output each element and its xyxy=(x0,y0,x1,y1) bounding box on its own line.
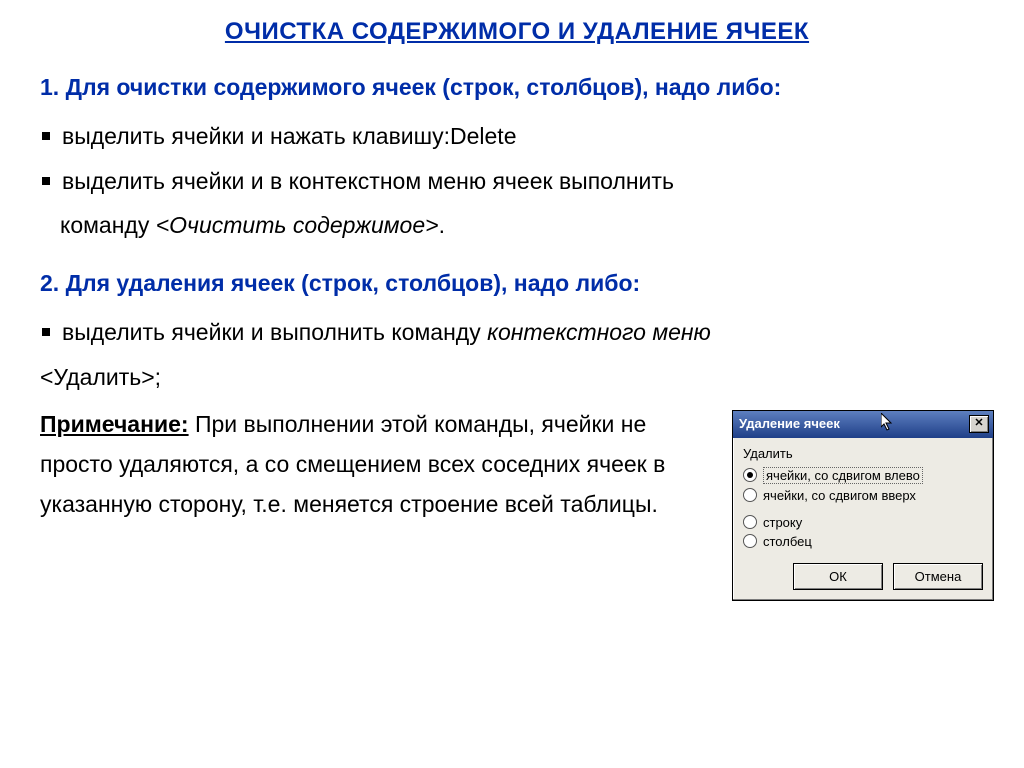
radio-option-shift-up[interactable]: ячейки, со сдвигом вверх xyxy=(743,486,983,505)
dialog-group-label: Удалить xyxy=(743,446,983,461)
note-row: Примечание: При выполнении этой команды,… xyxy=(40,404,994,601)
ok-button[interactable]: ОК xyxy=(793,563,883,590)
radio-icon xyxy=(743,534,757,548)
context-menu-italic: контекстного меню xyxy=(487,319,711,345)
cancel-button[interactable]: Отмена xyxy=(893,563,983,590)
command-italic: <Очистить содержимое> xyxy=(156,212,439,238)
radio-label: строку xyxy=(763,515,802,530)
dialog-titlebar[interactable]: Удаление ячеек ✕ xyxy=(733,411,993,438)
button-label: ОК xyxy=(829,569,847,584)
section-2-list: выделить ячейки и выполнить команду конт… xyxy=(40,310,994,355)
list-item-text: выделить ячейки и в контекстном меню яче… xyxy=(62,168,674,194)
note-text-block: Примечание: При выполнении этой команды,… xyxy=(40,404,718,525)
radio-label: столбец xyxy=(763,534,812,549)
list-item: выделить ячейки и в контекстном меню яче… xyxy=(40,159,994,204)
radio-option-shift-left[interactable]: ячейки, со сдвигом влево xyxy=(743,465,983,486)
page-title: ОЧИСТКА СОДЕРЖИМОГО И УДАЛЕНИЕ ЯЧЕЕК xyxy=(40,18,994,46)
section-1-heading: 1. Для очистки содержимого ячеек (строк,… xyxy=(40,66,994,110)
dialog-button-row: ОК Отмена xyxy=(743,563,983,590)
dialog-title-text: Удаление ячеек xyxy=(739,416,840,431)
delete-cells-dialog: Удаление ячеек ✕ Удалить ячейки, со сдви… xyxy=(732,410,994,601)
dialog-body: Удалить ячейки, со сдвигом влево ячейки,… xyxy=(733,438,993,600)
radio-option-column[interactable]: столбец xyxy=(743,532,983,551)
list-item-text: выделить ячейки и нажать клавишу:Delete xyxy=(62,123,517,149)
radio-icon xyxy=(743,488,757,502)
button-label: Отмена xyxy=(915,569,962,584)
close-button[interactable]: ✕ xyxy=(969,415,989,433)
list-item: выделить ячейки и выполнить команду конт… xyxy=(40,310,994,355)
section-1-list: выделить ячейки и нажать клавишу:Delete … xyxy=(40,114,994,204)
section-2-heading: 2. Для удаления ячеек (строк, столбцов),… xyxy=(40,262,994,306)
command-line-2: <Удалить>; xyxy=(40,355,994,400)
radio-icon xyxy=(743,515,757,529)
slide-page: ОЧИСТКА СОДЕРЖИМОГО И УДАЛЕНИЕ ЯЧЕЕК 1. … xyxy=(0,0,1024,768)
list-item-text: выделить ячейки и выполнить команду xyxy=(62,319,487,345)
close-icon: ✕ xyxy=(974,418,983,429)
list-item: выделить ячейки и нажать клавишу:Delete xyxy=(40,114,994,159)
radio-icon xyxy=(743,468,757,482)
command-line: команду <Очистить содержимое>. xyxy=(40,203,994,248)
radio-label: ячейки, со сдвигом вверх xyxy=(763,488,916,503)
radio-option-row[interactable]: строку xyxy=(743,513,983,532)
note-label: Примечание: xyxy=(40,411,189,437)
text: команду xyxy=(60,212,156,238)
text: . xyxy=(439,212,445,238)
radio-label: ячейки, со сдвигом влево xyxy=(763,467,923,484)
